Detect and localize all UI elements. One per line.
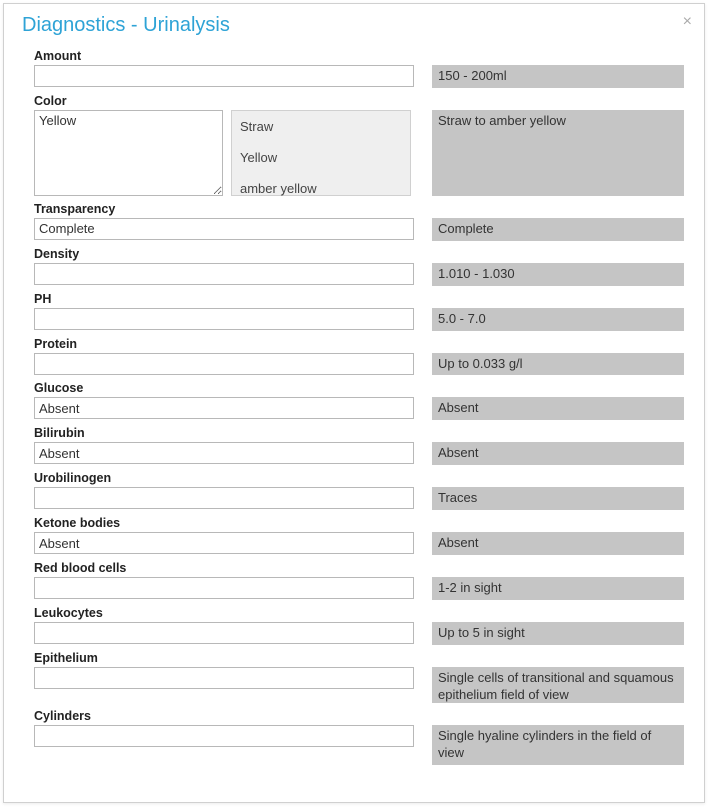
input-rbc[interactable] <box>34 577 414 599</box>
form-content: Amount 150 - 200ml Color Yellow Straw Ye… <box>4 49 704 765</box>
ref-amount: 150 - 200ml <box>432 65 684 88</box>
ref-epithelium: Single cells of transitional and squamou… <box>432 667 684 703</box>
color-options[interactable]: Straw Yellow amber yellow <box>231 110 411 196</box>
ref-ph: 5.0 - 7.0 <box>432 308 684 331</box>
field-rbc: Red blood cells 1-2 in sight <box>34 561 686 600</box>
ref-density: 1.010 - 1.030 <box>432 263 684 286</box>
ref-protein: Up to 0.033 g/l <box>432 353 684 376</box>
input-urobilinogen[interactable] <box>34 487 414 509</box>
field-epithelium: Epithelium Single cells of transitional … <box>34 651 686 703</box>
input-epithelium[interactable] <box>34 667 414 689</box>
ref-color: Straw to amber yellow <box>432 110 684 196</box>
ref-transparency: Complete <box>432 218 684 241</box>
input-cylinders[interactable] <box>34 725 414 747</box>
dialog-title: Diagnostics - Urinalysis <box>22 14 230 36</box>
label-density: Density <box>34 247 686 261</box>
ref-glucose: Absent <box>432 397 684 420</box>
color-option-straw[interactable]: Straw <box>240 115 402 146</box>
label-epithelium: Epithelium <box>34 651 686 665</box>
label-ketone: Ketone bodies <box>34 516 686 530</box>
label-rbc: Red blood cells <box>34 561 686 575</box>
close-icon[interactable]: × <box>683 14 692 30</box>
field-density: Density 1.010 - 1.030 <box>34 247 686 286</box>
label-urobilinogen: Urobilinogen <box>34 471 686 485</box>
field-urobilinogen: Urobilinogen Traces <box>34 471 686 510</box>
input-ph[interactable] <box>34 308 414 330</box>
label-leukocytes: Leukocytes <box>34 606 686 620</box>
label-bilirubin: Bilirubin <box>34 426 686 440</box>
dialog-window: Diagnostics - Urinalysis × Amount 150 - … <box>3 3 705 803</box>
ref-rbc: 1-2 in sight <box>432 577 684 600</box>
ref-urobilinogen: Traces <box>432 487 684 510</box>
field-cylinders: Cylinders Single hyaline cylinders in th… <box>34 709 686 765</box>
input-color[interactable]: Yellow <box>34 110 223 196</box>
label-glucose: Glucose <box>34 381 686 395</box>
dialog-header: Diagnostics - Urinalysis × <box>4 4 704 49</box>
input-density[interactable] <box>34 263 414 285</box>
field-protein: Protein Up to 0.033 g/l <box>34 337 686 376</box>
field-ph: PH 5.0 - 7.0 <box>34 292 686 331</box>
label-ph: PH <box>34 292 686 306</box>
color-option-yellow[interactable]: Yellow <box>240 146 402 177</box>
label-amount: Amount <box>34 49 686 63</box>
input-transparency[interactable] <box>34 218 414 240</box>
field-glucose: Glucose Absent <box>34 381 686 420</box>
field-leukocytes: Leukocytes Up to 5 in sight <box>34 606 686 645</box>
input-glucose[interactable] <box>34 397 414 419</box>
field-amount: Amount 150 - 200ml <box>34 49 686 88</box>
label-color: Color <box>34 94 686 108</box>
input-amount[interactable] <box>34 65 414 87</box>
input-leukocytes[interactable] <box>34 622 414 644</box>
label-cylinders: Cylinders <box>34 709 686 723</box>
ref-cylinders: Single hyaline cylinders in the field of… <box>432 725 684 765</box>
input-ketone[interactable] <box>34 532 414 554</box>
ref-leukocytes: Up to 5 in sight <box>432 622 684 645</box>
ref-ketone: Absent <box>432 532 684 555</box>
field-ketone: Ketone bodies Absent <box>34 516 686 555</box>
label-protein: Protein <box>34 337 686 351</box>
ref-bilirubin: Absent <box>432 442 684 465</box>
color-option-amber[interactable]: amber yellow <box>240 177 402 208</box>
field-bilirubin: Bilirubin Absent <box>34 426 686 465</box>
field-color: Color Yellow Straw Yellow amber yellow S… <box>34 94 686 196</box>
input-bilirubin[interactable] <box>34 442 414 464</box>
input-protein[interactable] <box>34 353 414 375</box>
